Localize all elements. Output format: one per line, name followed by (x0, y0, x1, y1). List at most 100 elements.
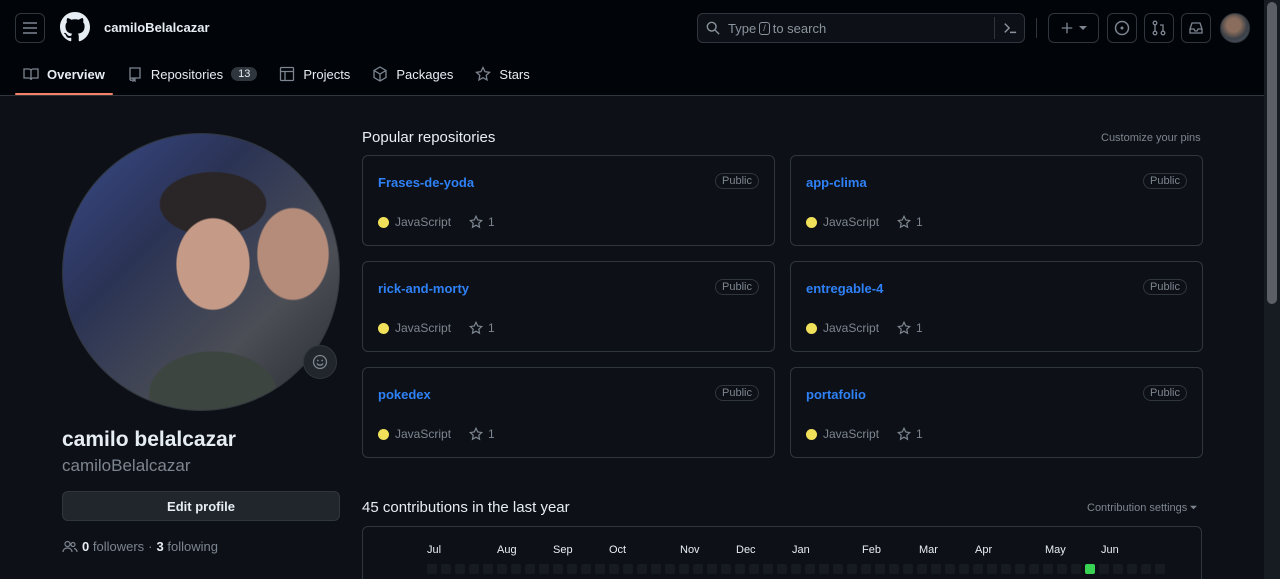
contribution-day[interactable] (987, 564, 997, 574)
tab-overview[interactable]: Overview (15, 56, 113, 95)
inbox-button[interactable] (1181, 13, 1211, 43)
contribution-day[interactable] (1043, 564, 1053, 574)
scrollbar-thumb[interactable] (1267, 2, 1277, 304)
tab-overview-label: Overview (47, 66, 105, 82)
contribution-day[interactable] (637, 564, 647, 574)
visibility-badge: Public (1143, 173, 1187, 189)
contribution-day[interactable] (1085, 564, 1095, 574)
pull-requests-button[interactable] (1144, 13, 1174, 43)
repo-name-link[interactable]: portafolio (806, 387, 866, 402)
contribution-day[interactable] (581, 564, 591, 574)
contribution-day[interactable] (441, 564, 451, 574)
contribution-day[interactable] (511, 564, 521, 574)
set-status-button[interactable] (303, 345, 337, 379)
contribution-day[interactable] (1141, 564, 1151, 574)
contribution-day[interactable] (973, 564, 983, 574)
top-header: camiloBelalcazar Type / to search Overvi… (0, 0, 1264, 96)
contribution-day[interactable] (1155, 564, 1165, 574)
tab-repositories[interactable]: Repositories 13 (119, 56, 266, 92)
contribution-day[interactable] (707, 564, 717, 574)
edit-profile-button[interactable]: Edit profile (62, 491, 340, 521)
contribution-day[interactable] (539, 564, 549, 574)
contribution-day[interactable] (1057, 564, 1067, 574)
contribution-day[interactable] (595, 564, 605, 574)
contribution-day[interactable] (693, 564, 703, 574)
repo-name-link[interactable]: pokedex (378, 387, 431, 402)
repo-name-link[interactable]: rick-and-morty (378, 281, 469, 296)
repo-name-link[interactable]: app-clima (806, 175, 867, 190)
create-new-button[interactable] (1048, 13, 1099, 43)
tab-stars[interactable]: Stars (467, 56, 537, 92)
contribution-day[interactable] (819, 564, 829, 574)
customize-pins-link[interactable]: Customize your pins (1101, 132, 1201, 144)
repo-stars-link[interactable]: 1 (897, 215, 923, 229)
contribution-day[interactable] (735, 564, 745, 574)
contribution-day[interactable] (679, 564, 689, 574)
contribution-day[interactable] (763, 564, 773, 574)
profile-avatar[interactable] (62, 133, 340, 411)
contribution-day[interactable] (945, 564, 955, 574)
contribution-day[interactable] (567, 564, 577, 574)
github-logo-icon[interactable] (60, 12, 90, 42)
following-link[interactable]: 3 following (157, 539, 218, 554)
contribution-day[interactable] (931, 564, 941, 574)
contribution-day[interactable] (1001, 564, 1011, 574)
user-avatar-menu[interactable] (1220, 13, 1250, 43)
contribution-day[interactable] (917, 564, 927, 574)
contribution-day[interactable] (777, 564, 787, 574)
contribution-settings-dropdown[interactable]: Contribution settings (1087, 502, 1198, 514)
contribution-day[interactable] (1015, 564, 1025, 574)
language-color-dot (378, 428, 389, 440)
follow-stats: 0 followers · 3 following (62, 539, 218, 554)
contribution-day[interactable] (497, 564, 507, 574)
contribution-day[interactable] (889, 564, 899, 574)
repo-stars-link[interactable]: 1 (469, 215, 495, 229)
language-color-dot (378, 216, 389, 228)
contribution-day[interactable] (1071, 564, 1081, 574)
contribution-day[interactable] (1099, 564, 1109, 574)
contribution-day[interactable] (483, 564, 493, 574)
followers-link[interactable]: 0 followers (82, 539, 144, 554)
contribution-day[interactable] (609, 564, 619, 574)
tab-packages[interactable]: Packages (364, 56, 461, 92)
contribution-day[interactable] (665, 564, 675, 574)
contribution-day[interactable] (959, 564, 969, 574)
contribution-day[interactable] (861, 564, 871, 574)
search-input[interactable]: Type / to search (697, 13, 1025, 43)
repo-stars-link[interactable]: 1 (897, 321, 923, 335)
repo-card: pokedex Public JavaScript 1 (362, 367, 775, 458)
header-username[interactable]: camiloBelalcazar (104, 20, 210, 35)
contribution-day[interactable] (1029, 564, 1039, 574)
contribution-day[interactable] (721, 564, 731, 574)
repo-stars-link[interactable]: 1 (469, 427, 495, 441)
month-label: Mar (919, 544, 938, 556)
contribution-day[interactable] (1113, 564, 1123, 574)
contribution-day[interactable] (469, 564, 479, 574)
page-scrollbar[interactable] (1264, 0, 1280, 579)
contribution-day[interactable] (749, 564, 759, 574)
repo-stars-link[interactable]: 1 (897, 427, 923, 441)
command-palette-button[interactable] (994, 17, 1024, 39)
contribution-day[interactable] (875, 564, 885, 574)
menu-button[interactable] (15, 13, 45, 43)
contribution-day[interactable] (1127, 564, 1137, 574)
repo-stars-link[interactable]: 1 (469, 321, 495, 335)
repo-meta: JavaScript 1 (378, 427, 495, 441)
contribution-day[interactable] (525, 564, 535, 574)
contribution-day[interactable] (623, 564, 633, 574)
contribution-day[interactable] (791, 564, 801, 574)
repo-star-count: 1 (916, 321, 923, 335)
repo-name-link[interactable]: entregable-4 (806, 281, 883, 296)
contribution-day[interactable] (805, 564, 815, 574)
contribution-graph: Jul Aug Sep Oct Nov Dec Jan Feb Mar Apr May Jun (362, 526, 1202, 579)
contribution-day[interactable] (847, 564, 857, 574)
contribution-day[interactable] (455, 564, 465, 574)
repo-name-link[interactable]: Frases-de-yoda (378, 175, 474, 190)
contribution-day[interactable] (651, 564, 661, 574)
contribution-day[interactable] (833, 564, 843, 574)
contribution-day[interactable] (903, 564, 913, 574)
issues-button[interactable] (1107, 13, 1137, 43)
contribution-day[interactable] (553, 564, 563, 574)
contribution-day[interactable] (427, 564, 437, 574)
tab-projects[interactable]: Projects (271, 56, 358, 92)
